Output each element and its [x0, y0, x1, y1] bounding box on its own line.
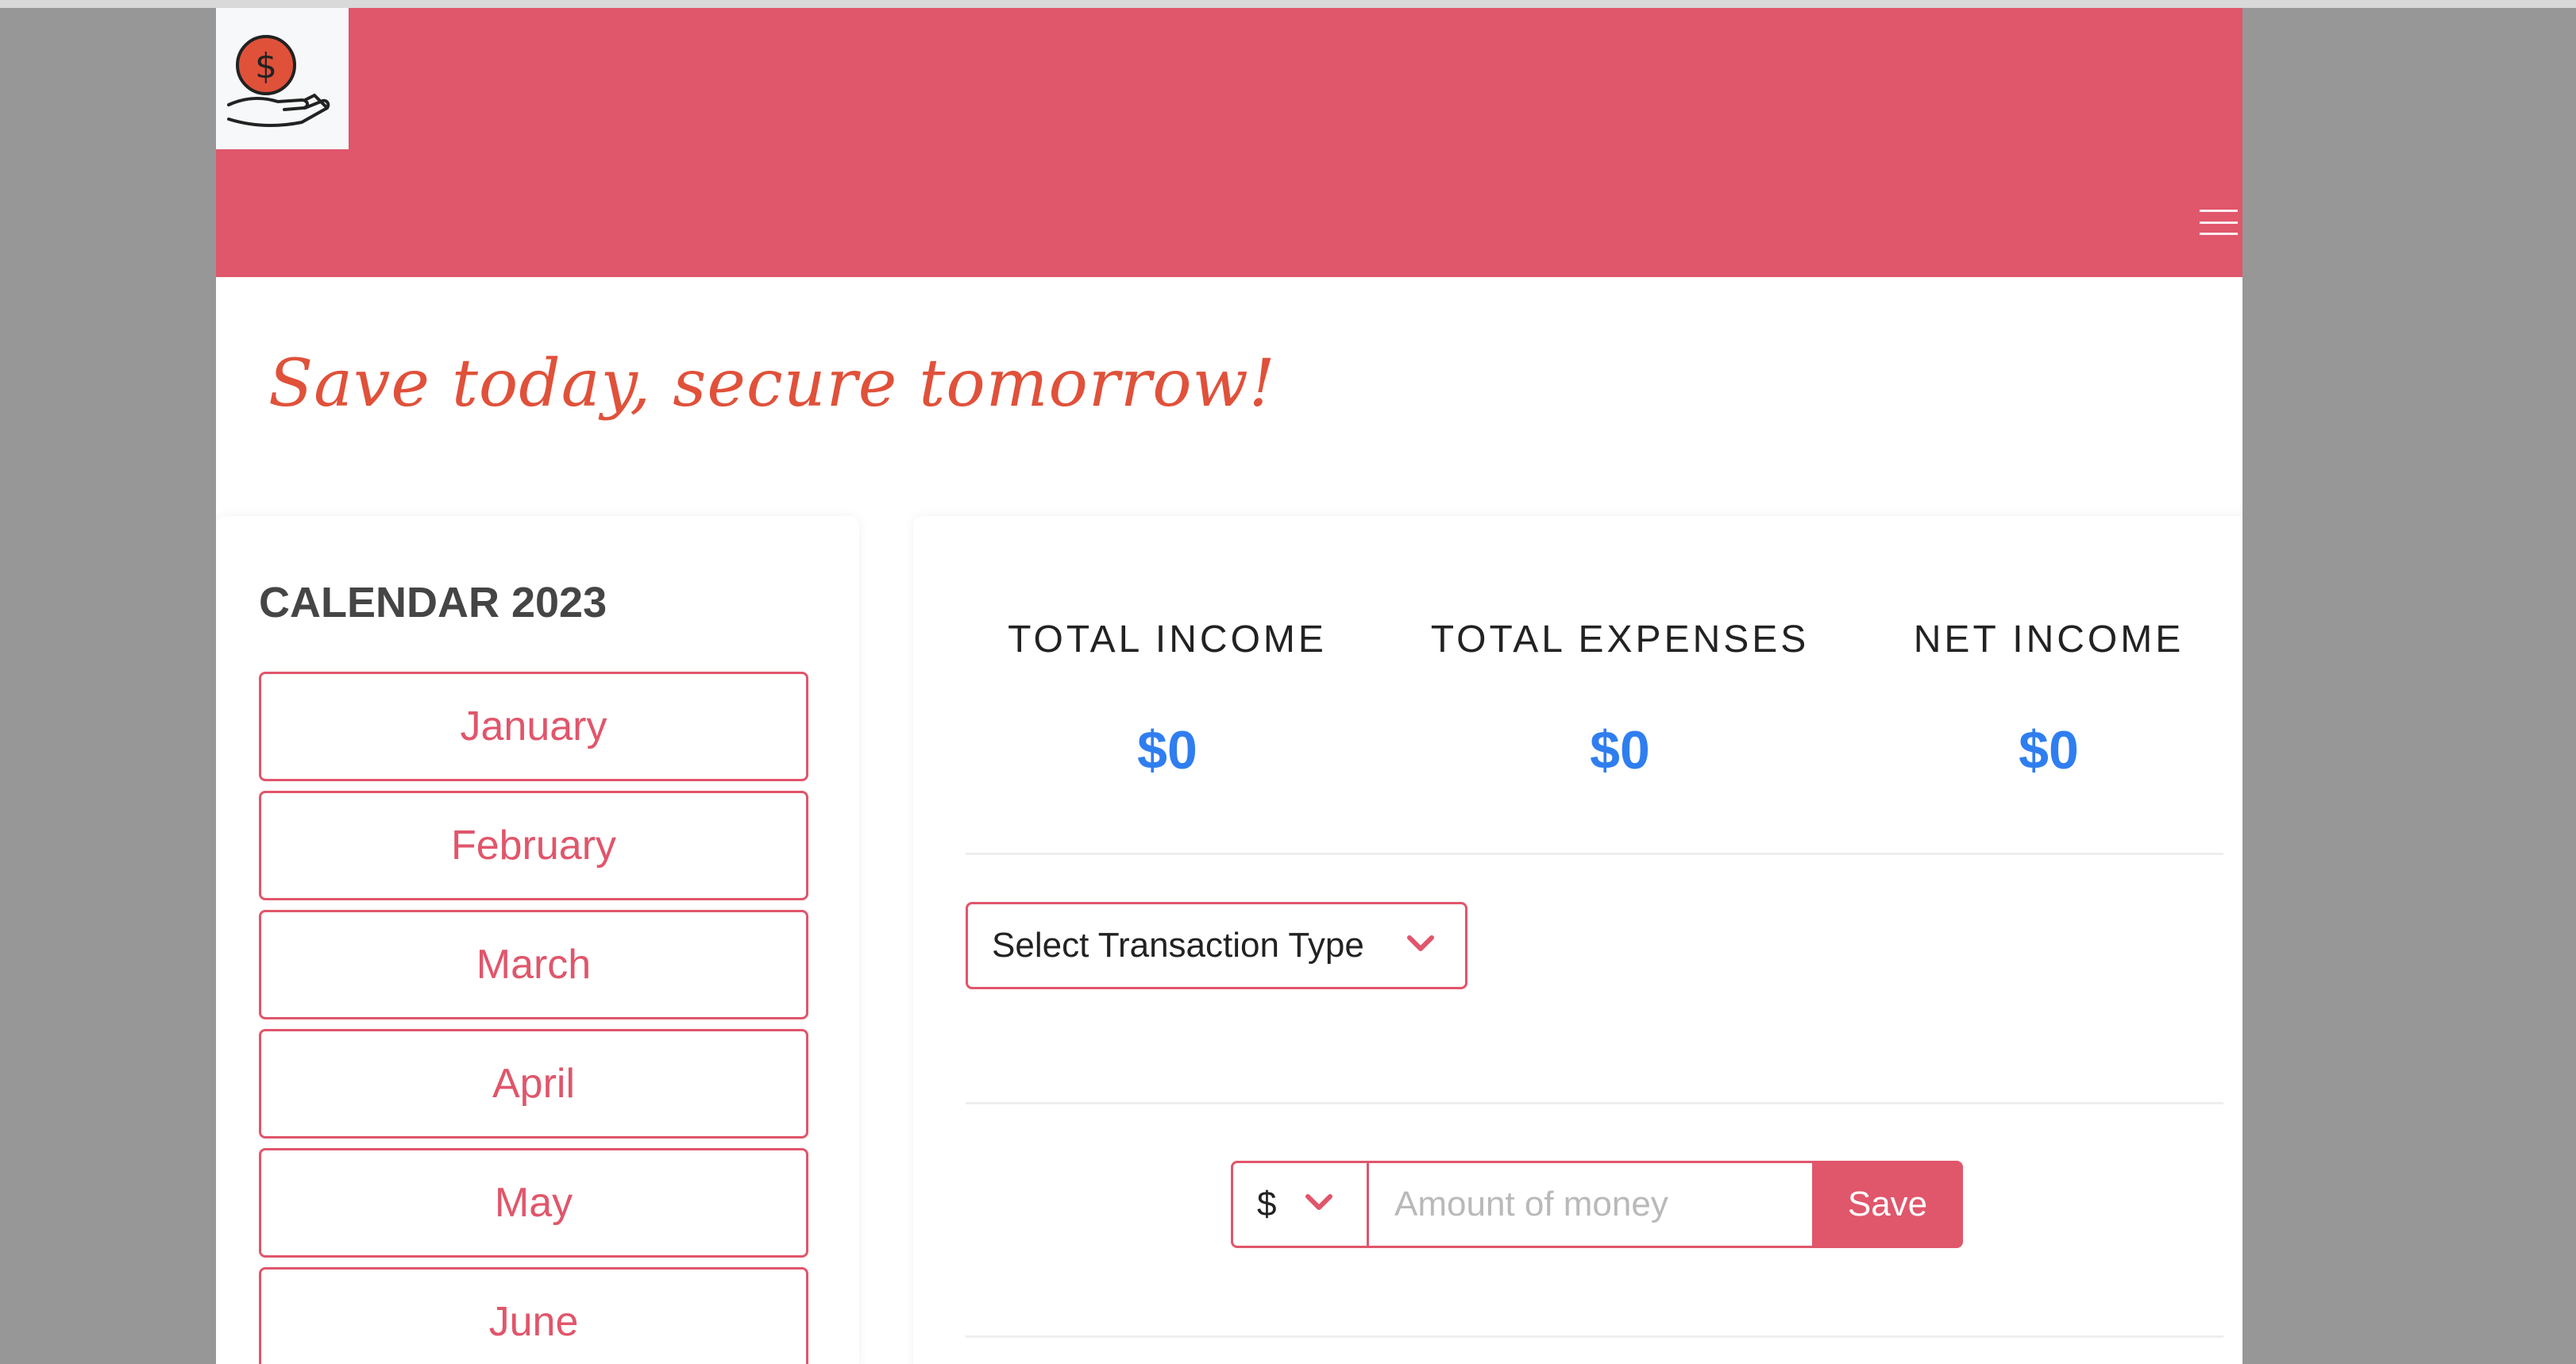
- month-list: January February March April May June: [259, 672, 808, 1364]
- divider: [966, 853, 2223, 855]
- month-button-january[interactable]: January: [259, 672, 808, 781]
- total-income-value: $0: [1137, 720, 1197, 780]
- chevron-down-icon: [1407, 935, 1434, 951]
- total-income-label: TOTAL INCOME: [1008, 618, 1327, 661]
- amount-input[interactable]: [1369, 1161, 1812, 1248]
- transaction-type-select[interactable]: Select Transaction Type: [966, 902, 1467, 989]
- dollar-hand-icon: $: [227, 35, 330, 128]
- hamburger-menu-button[interactable]: [2200, 206, 2238, 238]
- month-button-march[interactable]: March: [259, 910, 808, 1019]
- browser-top-edge: [0, 0, 2576, 8]
- month-button-may[interactable]: May: [259, 1148, 808, 1258]
- net-income-value: $0: [2019, 720, 2079, 780]
- header-bar: $: [216, 8, 2242, 277]
- calendar-card: CALENDAR 2023 January February March Apr…: [216, 516, 859, 1364]
- currency-value: $: [1257, 1185, 1277, 1223]
- chevron-down-icon: [1305, 1194, 1332, 1210]
- hamburger-line: [2200, 221, 2238, 224]
- app-page: $ Save today, secure tomorrow! CALENDAR …: [216, 8, 2242, 1364]
- logo[interactable]: $: [216, 8, 349, 149]
- save-button[interactable]: Save: [1812, 1161, 1963, 1248]
- tagline: Save today, secure tomorrow!: [268, 346, 1276, 422]
- total-expenses-value: $0: [1590, 720, 1650, 780]
- transaction-type-value: Select Transaction Type: [992, 926, 1364, 965]
- calendar-title: CALENDAR 2023: [259, 579, 607, 626]
- divider: [966, 1102, 2223, 1104]
- net-income-label: NET INCOME: [1913, 618, 2185, 661]
- currency-select[interactable]: $: [1231, 1161, 1369, 1248]
- svg-text:$: $: [255, 46, 277, 87]
- amount-input-group: $ Save: [1231, 1161, 1963, 1248]
- hamburger-line: [2200, 233, 2238, 235]
- month-button-february[interactable]: February: [259, 791, 808, 900]
- total-expenses-label: TOTAL EXPENSES: [1430, 618, 1810, 661]
- month-button-june[interactable]: June: [259, 1267, 808, 1364]
- hamburger-icon: [2200, 210, 2238, 212]
- month-button-april[interactable]: April: [259, 1029, 808, 1139]
- summary-card: TOTAL INCOME $0 TOTAL EXPENSES $0 NET IN…: [913, 516, 2242, 1364]
- divider: [966, 1335, 2223, 1338]
